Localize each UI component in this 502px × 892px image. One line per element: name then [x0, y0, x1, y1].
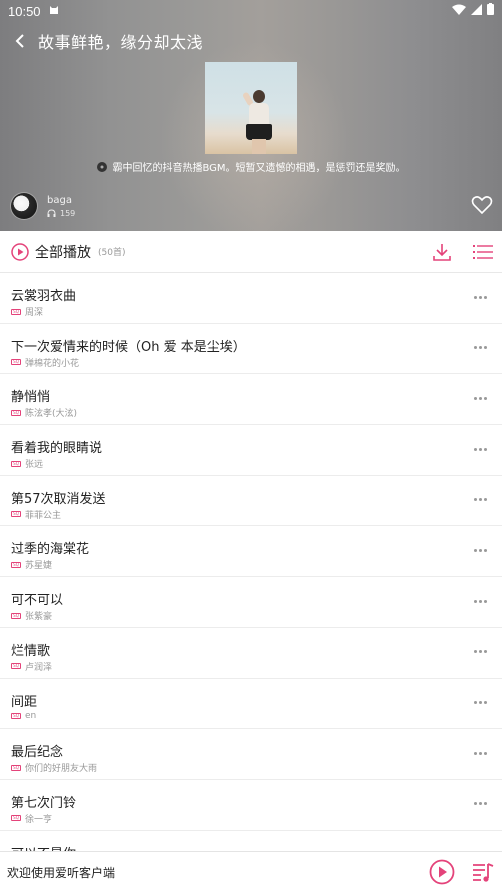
- song-row[interactable]: 静悄悄 SQ 陈泫孝(大泫): [0, 374, 502, 426]
- song-title: 云裳羽衣曲: [11, 289, 77, 304]
- avatar[interactable]: [10, 192, 38, 220]
- more-button[interactable]: [474, 749, 490, 757]
- quality-badge-icon: SQ: [11, 460, 21, 467]
- play-all-bar: 全部播放 (50首): [0, 231, 502, 273]
- more-button[interactable]: [474, 293, 490, 301]
- download-button[interactable]: [432, 242, 452, 262]
- song-title: 过季的海棠花: [11, 542, 90, 558]
- quality-badge-icon: SQ: [11, 409, 21, 416]
- song-title: 间距: [11, 694, 38, 710]
- playlist-queue-button[interactable]: [472, 861, 494, 883]
- song-artist: 周深: [25, 308, 44, 318]
- song-artist: en: [25, 710, 37, 721]
- song-row[interactable]: 第七次门铃 SQ 徐一亨: [0, 780, 502, 831]
- song-artist: 菲菲公主: [25, 510, 62, 521]
- song-title: 可不可以: [11, 593, 64, 609]
- favorite-button[interactable]: [471, 195, 493, 215]
- song-row[interactable]: 烂情歌 SQ 卢润泽: [0, 628, 502, 679]
- song-title: 静悄悄: [11, 390, 51, 406]
- quality-badge-icon: SQ: [11, 511, 21, 518]
- page-title: 故事鲜艳，缘分却太浅: [38, 33, 204, 52]
- song-title: 第七次门铃: [11, 795, 77, 811]
- list-icon: [473, 245, 493, 259]
- playlist-cover-image[interactable]: [205, 62, 297, 154]
- song-artist: 张远: [25, 460, 44, 471]
- song-row[interactable]: 下一次爱情来的时候（Oh 爱 本是尘埃） SQ 弹棉花的小花: [0, 324, 502, 375]
- song-artist: 弹棉花的小花: [25, 358, 80, 369]
- playlist-description[interactable]: 霸中回忆的抖音热播BGM。短暂又遗憾的相遇，是惩罚还是奖励。: [0, 159, 502, 174]
- player-welcome-text: 欢迎使用爱听客户端: [7, 865, 116, 880]
- song-list: 云裳羽衣曲 SQ 周深 下一次爱情来的时候（Oh 爱 本是尘埃） SQ 弹棉花的小花…: [0, 273, 502, 882]
- status-time: 10:50: [8, 3, 41, 19]
- mini-player: 欢迎使用爱听客户端: [0, 851, 502, 892]
- quality-badge-icon: SQ: [11, 712, 21, 719]
- multi-select-button[interactable]: [473, 244, 493, 260]
- quality-badge-icon: SQ: [11, 764, 21, 771]
- back-arrow-icon: [15, 34, 24, 48]
- wifi-icon: [452, 4, 466, 19]
- quality-badge-icon: SQ: [11, 612, 21, 619]
- top-bar: 故事鲜艳，缘分却太浅: [0, 26, 502, 56]
- download-icon: [433, 244, 451, 261]
- song-artist: 苏星婕: [25, 561, 53, 572]
- queue-icon: [473, 863, 494, 882]
- song-row[interactable]: 最后纪念 SQ 你们的好朋友大雨: [0, 729, 502, 780]
- back-button[interactable]: [4, 26, 36, 56]
- song-row[interactable]: 过季的海棠花 SQ 苏星婕: [0, 526, 502, 578]
- song-artist: 你们的好朋友大雨: [25, 764, 98, 775]
- author-info[interactable]: baga 159: [10, 192, 75, 220]
- song-row[interactable]: 第57次取消发送 SQ 菲菲公主: [0, 476, 502, 527]
- song-artist: 张紫豪: [25, 612, 53, 623]
- play-count: 159: [60, 208, 76, 218]
- song-row[interactable]: 看着我的眼睛说 SQ 张远: [0, 425, 502, 476]
- headphones-icon: [47, 209, 56, 217]
- author-name: baga: [47, 194, 72, 206]
- song-row[interactable]: 可不可以 SQ 张紫豪: [0, 577, 502, 628]
- play-circle-icon: [11, 242, 29, 261]
- song-title: 烂情歌: [11, 643, 51, 659]
- song-count: (50首): [98, 248, 126, 258]
- quality-badge-icon: SQ: [11, 359, 21, 366]
- more-button[interactable]: [474, 597, 490, 605]
- playlist-header: 10:50 故事鲜艳，缘分却太浅 霸中回忆的抖音热播BGM。短暂又遗憾的相遇，是…: [0, 0, 502, 231]
- more-button[interactable]: [474, 496, 490, 504]
- song-row[interactable]: 云裳羽衣曲 SQ 周深: [0, 273, 502, 324]
- song-title: 第57次取消发送: [11, 491, 106, 507]
- play-all-button[interactable]: 全部播放 (50首): [11, 242, 125, 262]
- music-disc-icon: [97, 161, 108, 172]
- play-circle-icon: [429, 859, 455, 885]
- quality-badge-icon: SQ: [11, 663, 21, 670]
- status-bar: 10:50: [0, 0, 502, 22]
- more-button[interactable]: [474, 344, 490, 352]
- signal-icon: [471, 3, 482, 19]
- quality-badge-icon: SQ: [11, 308, 21, 315]
- song-artist: 徐一亨: [25, 814, 53, 825]
- quality-badge-icon: SQ: [11, 815, 21, 822]
- song-title: 最后纪念: [11, 745, 64, 761]
- song-artist: 陈泫孝(大泫): [25, 409, 78, 420]
- heart-icon: [471, 196, 493, 215]
- notification-icon: [49, 4, 59, 19]
- more-button[interactable]: [474, 546, 490, 554]
- quality-badge-icon: SQ: [11, 561, 21, 568]
- player-play-button[interactable]: [429, 859, 455, 885]
- more-button[interactable]: [474, 445, 490, 453]
- description-text: 霸中回忆的抖音热播BGM。短暂又遗憾的相遇，是惩罚还是奖励。: [112, 163, 406, 174]
- battery-icon: [487, 3, 494, 19]
- more-button[interactable]: [474, 699, 490, 707]
- more-button[interactable]: [474, 648, 490, 656]
- song-title: 下一次爱情来的时候（Oh 爱 本是尘埃）: [11, 339, 246, 355]
- song-title: 看着我的眼睛说: [11, 441, 103, 457]
- song-artist: 卢润泽: [25, 662, 53, 673]
- song-row[interactable]: 间距 SQ en: [0, 679, 502, 730]
- play-all-label: 全部播放: [35, 244, 91, 261]
- more-button[interactable]: [474, 394, 490, 402]
- more-button[interactable]: [474, 800, 490, 808]
